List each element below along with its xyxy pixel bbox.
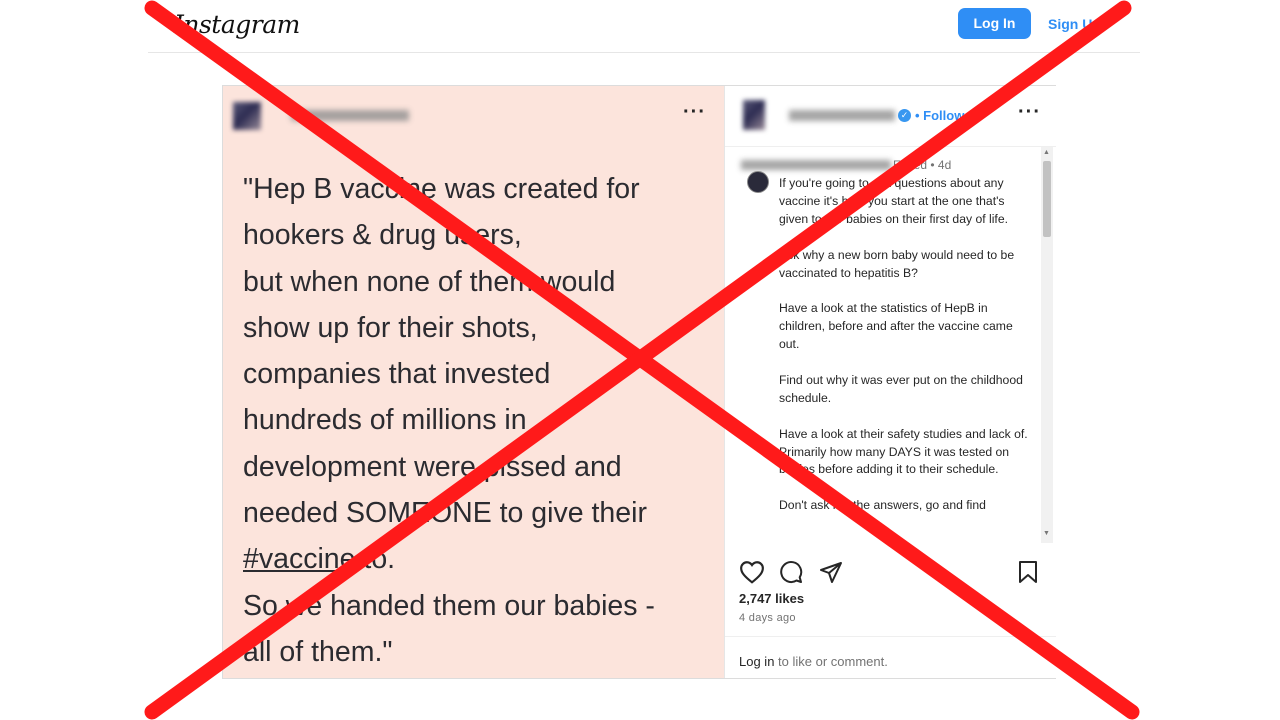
login-button[interactable]: Log In — [958, 8, 1031, 39]
heart-icon[interactable] — [739, 560, 765, 584]
action-bar — [725, 556, 1056, 588]
quote-line: "Hep B vaccine was created for — [243, 173, 640, 205]
login-link[interactable]: Log in — [739, 654, 774, 669]
caption-text: If you're going to ask questions about a… — [779, 175, 1029, 533]
hashtag-link[interactable]: #vaccine — [243, 543, 355, 575]
bookmark-icon[interactable] — [1017, 560, 1039, 584]
caption-paragraph: If you're going to ask questions about a… — [779, 176, 1008, 226]
quote-line-rest: to. — [355, 543, 396, 576]
quote-line: development were pissed and — [243, 450, 622, 483]
post-sidebar: ✓ • Follow ··· Edited • 4d If you're goi… — [724, 86, 1056, 678]
caption-paragraph: Ask why a new born baby would need to be… — [779, 247, 1015, 280]
quote-line: So we handed them our babies - — [243, 589, 655, 622]
blurred-username[interactable] — [789, 110, 895, 121]
login-prompt: Log in to like or comment. — [739, 654, 888, 669]
share-icon[interactable] — [819, 560, 843, 584]
commenter-avatar — [747, 171, 769, 193]
quote-line: needed SOMEONE to give their — [243, 497, 647, 530]
comment-icon[interactable] — [779, 560, 803, 584]
caption-paragraph: Have a look at the statistics of HepB in… — [779, 301, 1013, 352]
quote-line: all of them." — [243, 635, 393, 668]
post-card: ··· "Hep B vaccine was created for hooke… — [222, 85, 1056, 679]
more-horizontal-icon[interactable]: ··· — [1018, 102, 1041, 122]
signup-link[interactable]: Sign Up — [1048, 16, 1101, 32]
caption-paragraph: Don't ask me the answers, go and find — [779, 498, 986, 513]
blurred-avatar — [743, 100, 765, 130]
blurred-commenter-name — [741, 160, 891, 170]
quote-text: "Hep B vaccine was created for hookers &… — [243, 166, 713, 675]
quote-line: hundreds of millions in — [243, 404, 527, 437]
post-image: ··· "Hep B vaccine was created for hooke… — [223, 86, 724, 678]
caption-paragraph: Have a look at their safety studies and … — [779, 426, 1028, 477]
login-prompt-bar: Log in to like or comment. — [725, 636, 1056, 679]
follow-button[interactable]: • Follow — [915, 108, 964, 123]
scroll-thumb[interactable] — [1043, 161, 1051, 237]
blurred-avatar — [233, 102, 261, 130]
caption-scroll-area[interactable]: Edited • 4d If you're going to ask quest… — [725, 147, 1056, 543]
quote-line: companies that invested — [243, 358, 551, 391]
quote-line: but when none of them would — [243, 265, 616, 298]
sidebar-header: ✓ • Follow ··· — [725, 86, 1056, 147]
post-date: 4 days ago — [739, 612, 796, 624]
scroll-up-icon[interactable]: ▲ — [1043, 149, 1050, 156]
scrollbar[interactable]: ▲ ▼ — [1041, 147, 1053, 543]
blurred-username — [291, 110, 409, 121]
follow-label: Follow — [923, 108, 965, 123]
verified-badge-icon: ✓ — [898, 109, 911, 122]
likes-count[interactable]: 2,747 likes — [739, 591, 804, 606]
quote-line: hookers & drug users, — [243, 219, 522, 252]
scroll-down-icon[interactable]: ▼ — [1043, 530, 1050, 537]
quote-line-hashtag: #vaccine to. — [243, 536, 713, 582]
more-horizontal-icon[interactable]: ··· — [683, 102, 706, 122]
quote-line: show up for their shots, — [243, 311, 538, 344]
login-prompt-text: to like or comment. — [774, 654, 888, 669]
top-bar: Instagram Log In Sign Up — [148, 0, 1140, 53]
comment-meta: Edited • 4d — [893, 158, 952, 172]
caption-paragraph: Find out why it was ever put on the chil… — [779, 372, 1023, 405]
post-image-header: ··· — [223, 86, 724, 146]
instagram-logo[interactable]: Instagram — [174, 10, 300, 39]
